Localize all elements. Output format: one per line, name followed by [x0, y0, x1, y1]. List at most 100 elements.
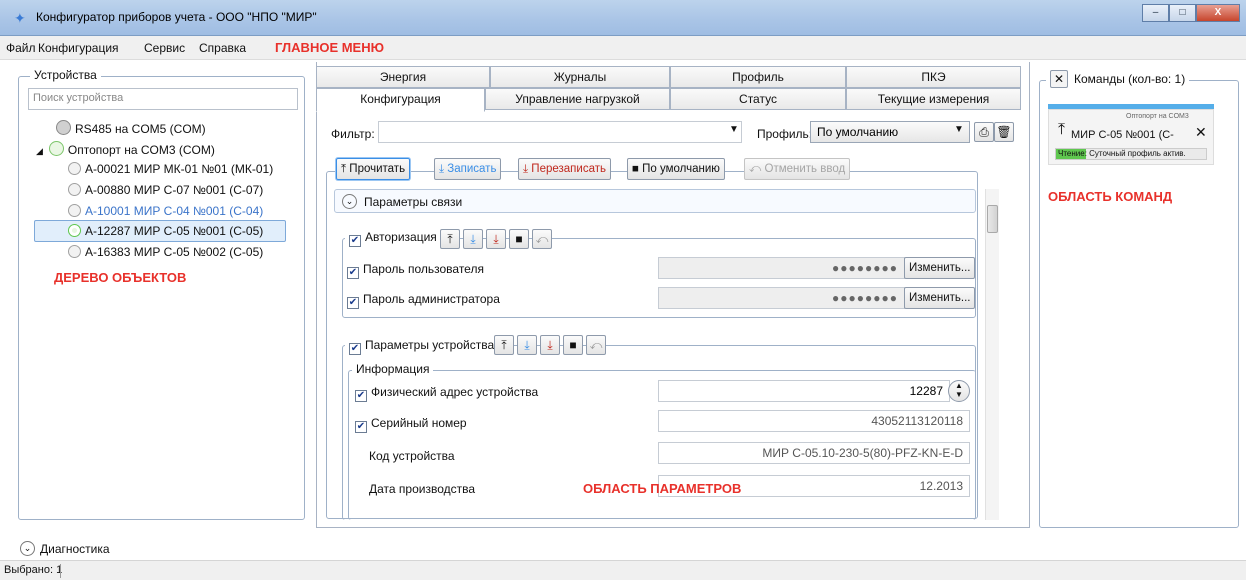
user-password-label: Пароль пользователя [363, 262, 484, 276]
tree-item-label: А-16383 МИР С-05 №002 (С-05) [85, 245, 264, 259]
write-button[interactable]: ⤓ Записать [434, 158, 502, 180]
tab-configuration[interactable]: Конфигурация [316, 88, 485, 112]
status-divider [60, 564, 61, 578]
serial-number-checkbox[interactable]: ✔ [355, 421, 367, 433]
user-password-field[interactable]: ●●●●●●●● [658, 257, 905, 279]
admin-password-change-button[interactable]: Изменить... [904, 287, 976, 309]
tab-current-measurements[interactable]: Текущие измерения [846, 88, 1021, 110]
dropdown-arrow-icon[interactable]: ▼ [729, 124, 739, 135]
rewrite-button[interactable]: ⤓ Перезаписать [518, 158, 611, 180]
physical-address-input[interactable]: 12287 [658, 380, 950, 402]
tree-item-device[interactable]: А-00021 МИР МК-01 №01 (МК-01) [68, 162, 273, 176]
read-button[interactable]: ⤒ Прочитать [336, 158, 411, 180]
physical-address-checkbox[interactable]: ✔ [355, 390, 367, 402]
menu-service[interactable]: Сервис [144, 41, 185, 55]
serial-number-field: 43052113120118 [658, 410, 970, 432]
diagnostics-expand-icon[interactable]: ⌄ [20, 541, 35, 556]
info-legend: Информация [352, 362, 434, 376]
device-write-icon[interactable]: ⤓ [517, 335, 537, 355]
serial-number-row[interactable]: ✔ Серийный номер [355, 416, 467, 433]
device-search-input[interactable]: Поиск устройства [28, 88, 298, 110]
params-scrollbar[interactable] [985, 189, 999, 520]
physical-address-row[interactable]: ✔ Физический адрес устройства [355, 385, 538, 402]
write-button-label: Записать [447, 163, 497, 175]
menu-help[interactable]: Справка [199, 41, 246, 55]
user-password-row[interactable]: ✔ Пароль пользователя [347, 262, 484, 279]
default-button-label: По умолчанию [642, 163, 720, 175]
device-code-label: Код устройства [369, 449, 455, 463]
port-icon [56, 120, 71, 135]
upload-icon: ⤒ [1058, 121, 1066, 138]
command-card-device: МИР С-05 №001 (С- [1071, 129, 1174, 141]
device-rewrite-icon[interactable]: ⤓ [540, 335, 560, 355]
minimize-button[interactable]: – [1142, 4, 1169, 22]
tree-item-device[interactable]: А-00880 МИР С-07 №001 (С-07) [68, 183, 263, 197]
cancel-input-button[interactable]: ⤺ Отменить ввод [744, 158, 851, 180]
read-button-label: Прочитать [349, 163, 406, 175]
clear-commands-icon[interactable]: ✕ [1050, 70, 1068, 88]
status-bar: Выбрано: 1 [0, 560, 1246, 580]
auth-write-icon[interactable]: ⤓ [463, 229, 483, 249]
commands-scrollbar[interactable] [1222, 97, 1234, 520]
tab-journals[interactable]: Журналы [490, 66, 670, 88]
admin-password-label: Пароль администратора [363, 292, 500, 306]
tree-item-label: А-12287 МИР С-05 №001 (С-05) [85, 224, 264, 238]
menu-configuration[interactable]: Конфигурация [38, 41, 119, 55]
admin-password-checkbox[interactable]: ✔ [347, 297, 359, 309]
remove-command-icon[interactable]: ✕ [1195, 124, 1207, 141]
auth-checkbox[interactable]: ✔ [349, 235, 361, 247]
admin-password-field[interactable]: ●●●●●●●● [658, 287, 905, 309]
admin-password-row[interactable]: ✔ Пароль администратора [347, 292, 500, 309]
tab-load-control[interactable]: Управление нагрузкой [485, 88, 670, 110]
params-area-annotation: ОБЛАСТЬ ПАРАМЕТРОВ [583, 481, 742, 496]
upload-icon: ⤒ [341, 163, 347, 175]
commands-area-annotation: ОБЛАСТЬ КОМАНД [1048, 189, 1173, 204]
auth-undo-icon[interactable]: ⤺ [532, 229, 552, 249]
spinner-icon[interactable]: ▲ ▼ [948, 380, 970, 402]
tree-item-device-selected[interactable]: А-12287 МИР С-05 №001 (С-05) [68, 224, 263, 238]
commands-legend: ✕ Команды (кол-во: 1) [1046, 70, 1190, 88]
device-default-icon[interactable]: ■ [563, 335, 583, 355]
dropdown-arrow-icon[interactable]: ▼ [954, 124, 964, 135]
default-button[interactable]: ■ По умолчанию [627, 158, 725, 180]
tree-item-label: А-00880 МИР С-07 №001 (С-07) [85, 183, 264, 197]
commands-title: Команды (кол-во: 1) [1074, 72, 1186, 86]
menu-file[interactable]: Файл [6, 41, 36, 55]
collapse-arrow-icon[interactable]: ◢ [36, 146, 43, 156]
tree-item-optoport[interactable]: ◢ Оптопорт на COM3 (COM) [36, 141, 215, 157]
auth-legend[interactable]: ✔ Авторизация [345, 230, 441, 247]
expand-chevron-icon[interactable]: ⌄ [342, 194, 357, 209]
device-code-field: МИР С-05.10-230-5(80)-PFZ-KN-E-D [658, 442, 970, 464]
devices-title: Устройства [30, 68, 101, 82]
tree-item-device[interactable]: А-16383 МИР С-05 №002 (С-05) [68, 245, 263, 259]
device-params-legend[interactable]: ✔ Параметры устройства [345, 338, 499, 355]
tree-item-label: А-00021 МИР МК-01 №01 (МК-01) [85, 162, 274, 176]
scroll-thumb[interactable] [987, 205, 998, 233]
device-params-checkbox[interactable]: ✔ [349, 343, 361, 355]
tab-pke[interactable]: ПКЭ [846, 66, 1021, 88]
diagnostics-label[interactable]: Диагностика [40, 542, 110, 556]
tree-item-rs485[interactable]: RS485 на COM5 (COM) [56, 120, 206, 136]
save-profile-icon[interactable]: ⎙ [974, 122, 994, 142]
profile-select[interactable]: По умолчанию [810, 121, 970, 143]
user-password-checkbox[interactable]: ✔ [347, 267, 359, 279]
tab-status[interactable]: Статус [670, 88, 846, 110]
auth-rewrite-icon[interactable]: ⤓ [486, 229, 506, 249]
tree-item-label: RS485 на COM5 (COM) [75, 122, 206, 136]
close-button[interactable]: X [1196, 4, 1240, 22]
maximize-button[interactable]: □ [1169, 4, 1196, 22]
device-undo-icon[interactable]: ⤺ [586, 335, 606, 355]
command-card-port: Оптопорт на COM3 [1126, 113, 1189, 120]
tab-profile[interactable]: Профиль [670, 66, 846, 88]
tree-item-device[interactable]: А-10001 МИР С-04 №001 (С-04) [68, 204, 263, 218]
production-date-label: Дата производства [369, 482, 476, 496]
device-read-icon[interactable]: ⤒ [494, 335, 514, 355]
filter-select[interactable] [378, 121, 742, 143]
window-title: Конфигуратор приборов учета - ООО "НПО "… [36, 10, 317, 24]
device-params-title: Параметры устройства [365, 338, 495, 352]
tab-energy[interactable]: Энергия [316, 66, 490, 88]
auth-default-icon[interactable]: ■ [509, 229, 529, 249]
user-password-change-button[interactable]: Изменить... [904, 257, 976, 279]
delete-profile-icon[interactable]: 🗑 [994, 122, 1014, 142]
auth-read-icon[interactable]: ⤒ [440, 229, 460, 249]
